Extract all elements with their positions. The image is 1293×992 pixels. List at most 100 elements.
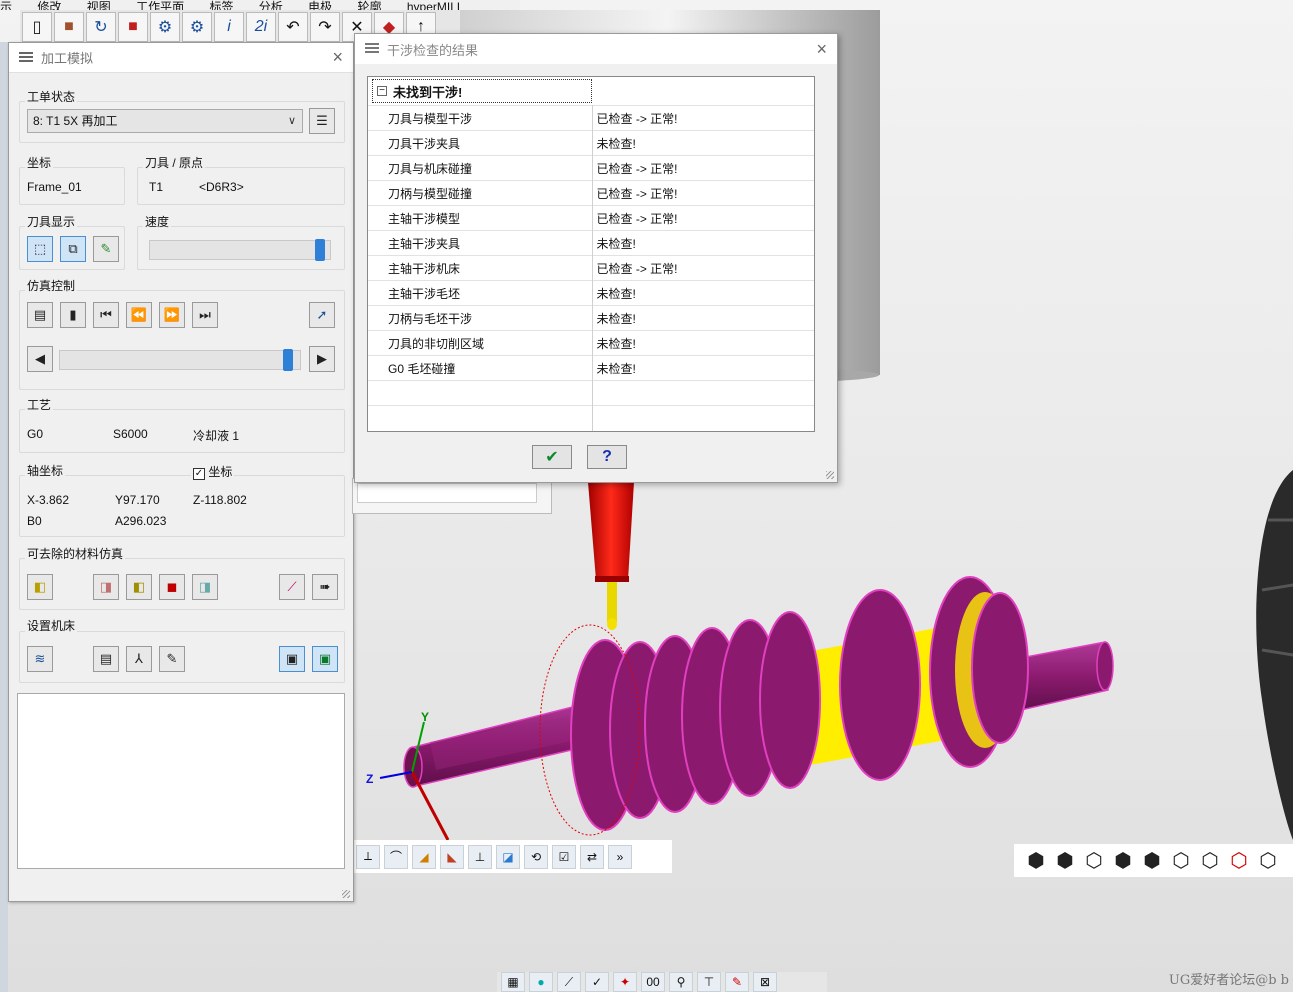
face-icon[interactable]: ◣ — [440, 844, 464, 869]
check-tool-icon[interactable]: ✓ — [585, 972, 609, 992]
ok-button[interactable]: ✔ — [532, 445, 572, 469]
settings-icon[interactable]: ⚙ — [182, 12, 212, 42]
machine-pen-button[interactable]: ✎ — [159, 646, 185, 672]
results-tree[interactable]: − 未找到干涉! 刀具与模型干涉 已检查 -> 正常! 刀具干涉夹具 未检查! 刀具与机… — [367, 76, 815, 432]
result-row[interactable]: 刀柄与模型碰撞 已检查 -> 正常! — [368, 180, 814, 206]
progress-slider-thumb[interactable] — [283, 349, 293, 371]
holder-show-button[interactable]: ⧉ — [60, 236, 86, 262]
result-row[interactable]: 主轴干涉毛坯 未检查! — [368, 280, 814, 306]
rotate-icon[interactable]: ⟲ — [524, 844, 548, 869]
stock-shade-button[interactable]: ◨ — [93, 574, 119, 600]
menu-item[interactable]: 标签 — [209, 1, 233, 10]
view-iso3-icon[interactable]: ⬡ — [1256, 849, 1280, 873]
check-view-icon[interactable]: ☑ — [552, 844, 576, 869]
close-icon[interactable]: × — [816, 39, 827, 60]
close-icon[interactable]: × — [332, 47, 343, 68]
view-back-icon[interactable]: ⬡ — [1082, 849, 1106, 873]
machine-view-button[interactable]: ▣ — [279, 646, 305, 672]
machine-list-button[interactable]: ▤ — [93, 646, 119, 672]
wireframe-icon[interactable]: ◪ — [496, 844, 520, 869]
resize-grip-icon[interactable] — [342, 890, 350, 898]
gear-icon[interactable]: ⚙ — [150, 12, 180, 42]
sim-settings-button[interactable]: ▤ — [27, 302, 53, 328]
counter-icon[interactable]: 00 — [641, 972, 665, 992]
export-button[interactable]: ➠ — [312, 574, 338, 600]
dialog-titlebar[interactable]: 干涉检查的结果 × — [355, 34, 837, 64]
menu-item[interactable]: 分析 — [259, 1, 283, 10]
stock-ghost-button[interactable]: ◨ — [192, 574, 218, 600]
globe-icon[interactable]: ● — [529, 972, 553, 992]
result-row[interactable]: 刀具与机床碰撞 已检查 -> 正常! — [368, 155, 814, 181]
pin-icon[interactable]: ✦ — [613, 972, 637, 992]
collapse-icon[interactable]: − — [377, 86, 387, 96]
skip-start-button[interactable]: ⏮ — [93, 302, 119, 328]
result-row[interactable]: G0 毛坯碰撞 未检查! — [368, 355, 814, 381]
menu-item[interactable]: 修改 — [37, 1, 61, 10]
info-icon[interactable]: i — [214, 12, 244, 42]
brush-icon[interactable]: ✎ — [725, 972, 749, 992]
checkbox-icon[interactable]: ✓ — [193, 468, 205, 480]
help-button[interactable]: ? — [587, 445, 627, 469]
result-row[interactable]: 刀具干涉夹具 未检查! — [368, 130, 814, 156]
resize-grip-icon[interactable] — [826, 471, 834, 479]
grid-icon[interactable]: ⊠ — [753, 972, 777, 992]
result-row[interactable]: 刀具与模型干涉 已检查 -> 正常! — [368, 105, 814, 131]
skip-end-button[interactable]: ⏭ — [192, 302, 218, 328]
hammer-icon[interactable]: ⊤ — [697, 972, 721, 992]
forward-button[interactable]: ⏩ — [159, 302, 185, 328]
box-icon[interactable]: ■ — [54, 12, 84, 42]
axis-view-icon[interactable]: ⟂ — [356, 844, 380, 869]
result-row[interactable]: 刀具的非切削区域 未检查! — [368, 330, 814, 356]
pointer-button[interactable]: ➚ — [309, 302, 335, 328]
machine-check-button[interactable]: ▣ — [312, 646, 338, 672]
step-back-button[interactable]: ◀ — [27, 346, 53, 372]
view-front-icon[interactable]: ⬢ — [1053, 849, 1077, 873]
plane-icon[interactable]: ⊥ — [468, 844, 492, 869]
more-icon[interactable]: » — [608, 844, 632, 869]
stock-button[interactable]: ◧ — [27, 574, 53, 600]
rewind-button[interactable]: ⏪ — [126, 302, 152, 328]
panel-titlebar[interactable]: 加工模拟 × — [9, 43, 353, 73]
result-row[interactable]: 刀柄与毛坯干涉 未检查! — [368, 305, 814, 331]
view-right-icon[interactable]: ⬢ — [1140, 849, 1164, 873]
redo-icon[interactable]: ↷ — [310, 12, 340, 42]
new-file-icon[interactable]: ▯ — [22, 12, 52, 42]
speed-slider-thumb[interactable] — [315, 239, 325, 261]
view-bottom-icon[interactable]: ⬡ — [1198, 849, 1222, 873]
machine-wave-button[interactable]: ≋ — [27, 646, 53, 672]
menu-item[interactable]: hyperMILL — [407, 1, 464, 10]
job-state-select[interactable]: 8: T1 5X 再加工 ∨ — [27, 109, 303, 133]
results-header[interactable]: − 未找到干涉! — [368, 77, 814, 105]
results-header-node[interactable]: − 未找到干涉! — [372, 79, 592, 103]
menu-item[interactable]: 轮廓 — [358, 1, 382, 10]
sim-step-button[interactable]: ▮ — [60, 302, 86, 328]
refresh-icon[interactable]: ↻ — [86, 12, 116, 42]
view-top-icon[interactable]: ⬡ — [1169, 849, 1193, 873]
stock-compare-button[interactable]: ◧ — [126, 574, 152, 600]
step-forward-button[interactable]: ▶ — [309, 346, 335, 372]
undo-icon[interactable]: ↶ — [278, 12, 308, 42]
message-area[interactable] — [17, 693, 345, 869]
view-left-icon[interactable]: ⬢ — [1111, 849, 1135, 873]
result-row[interactable]: 主轴干涉机床 已检查 -> 正常! — [368, 255, 814, 281]
menu-item[interactable]: 工作平面 — [136, 1, 184, 10]
speed-slider[interactable] — [149, 239, 331, 261]
result-row[interactable]: 主轴干涉模型 已检查 -> 正常! — [368, 205, 814, 231]
coord-checkbox[interactable]: ✓ 坐标 — [191, 463, 235, 480]
view-iso2-icon[interactable]: ⬡ — [1227, 849, 1251, 873]
swap-icon[interactable]: ⇄ — [580, 844, 604, 869]
result-row[interactable]: 主轴干涉夹具 未检查! — [368, 230, 814, 256]
measure-button[interactable]: ⟋ — [279, 574, 305, 600]
menu-item[interactable]: 电极 — [308, 1, 332, 10]
menu-item[interactable]: 示 — [0, 1, 12, 10]
curve-icon[interactable]: ⌒ — [384, 844, 408, 869]
package-icon[interactable]: ■ — [118, 12, 148, 42]
job-list-button[interactable]: ☰ — [309, 108, 335, 134]
menu-item[interactable]: 视图 — [87, 1, 111, 10]
surface-icon[interactable]: ◢ — [412, 844, 436, 869]
toolpath-show-button[interactable]: ✎ — [93, 236, 119, 262]
view-iso-icon[interactable]: ⬢ — [1024, 849, 1048, 873]
machine-axis-button[interactable]: ⅄ — [126, 646, 152, 672]
stock-red-button[interactable]: ◼ — [159, 574, 185, 600]
layer-icon[interactable]: ▦ — [501, 972, 525, 992]
